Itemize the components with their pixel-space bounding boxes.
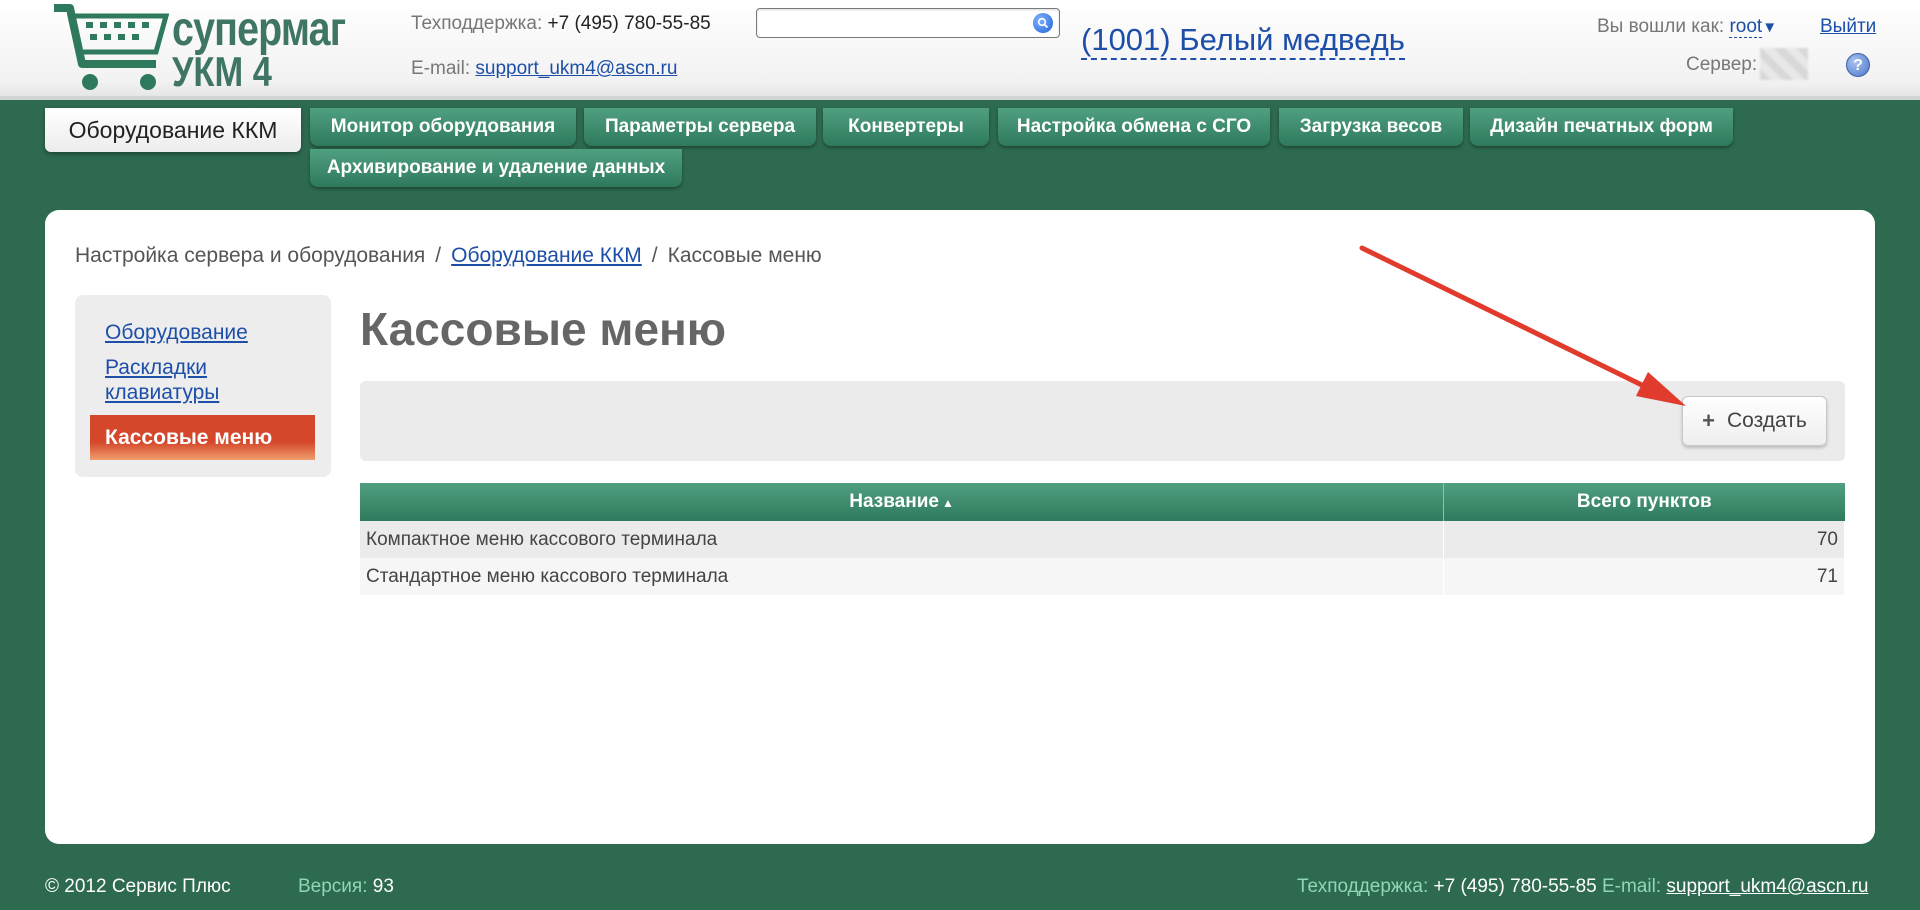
login-info: Вы вошли как: root▼	[1597, 16, 1777, 38]
breadcrumb-item-equipment-kkm[interactable]: Оборудование ККМ	[451, 244, 642, 267]
search-input[interactable]	[763, 13, 1023, 33]
support-email-label: E-mail:	[411, 58, 471, 79]
nav-tab-equipment-monitor[interactable]: Монитор оборудования	[310, 108, 576, 146]
caret-down-icon[interactable]: ▼	[1762, 19, 1777, 36]
create-button[interactable]: + Создать	[1682, 396, 1827, 446]
logout-link[interactable]: Выйти	[1820, 16, 1876, 38]
table-header-row: Название ▲ Всего пунктов	[360, 483, 1845, 521]
breadcrumb-item-settings: Настройка сервера и оборудования	[75, 244, 426, 267]
help-icon[interactable]: ?	[1846, 53, 1870, 77]
cell-menu-name: Компактное меню кассового терминала	[360, 521, 1445, 558]
support-phone-label: Техподдержка:	[411, 13, 543, 34]
cell-total-items: 70	[1443, 521, 1845, 558]
cell-total-items: 71	[1443, 558, 1845, 595]
footer-email-link[interactable]: support_ukm4@ascn.ru	[1666, 876, 1868, 897]
store-selector[interactable]: (1001) Белый медведь	[1081, 22, 1405, 60]
footer-email-label: E-mail:	[1601, 876, 1662, 897]
column-header-name[interactable]: Название ▲	[360, 483, 1445, 521]
footer-support-phone: +7 (495) 780-55-85	[1433, 876, 1597, 897]
footer-support-label: Техподдержка:	[1297, 876, 1429, 897]
sidebar-item-cash-menus[interactable]: Кассовые меню	[90, 415, 315, 460]
table-row[interactable]: Компактное меню кассового терминала 70	[360, 521, 1845, 558]
nav-tab-sgo-exchange[interactable]: Настройка обмена с СГО	[998, 108, 1270, 146]
nav-tab-converters[interactable]: Конвертеры	[823, 108, 989, 146]
shopping-cart-icon	[54, 4, 170, 90]
version-label: Версия:	[298, 876, 368, 897]
breadcrumb-item-current: Кассовые меню	[667, 244, 822, 267]
footer-version: Версия: 93	[298, 876, 394, 898]
login-label: Вы вошли как:	[1597, 16, 1725, 37]
column-header-total-items[interactable]: Всего пунктов	[1443, 483, 1845, 521]
sidebar: Оборудование Раскладки клавиатуры Кассов…	[75, 295, 331, 477]
nav-tab-equipment-kkm[interactable]: Оборудование ККМ	[45, 108, 301, 152]
search-box	[756, 8, 1060, 38]
logo-version-text: УКМ 4	[172, 48, 272, 95]
sort-asc-icon: ▲	[941, 496, 954, 510]
breadcrumb-separator: /	[435, 244, 442, 267]
search-button[interactable]	[1033, 13, 1053, 33]
breadcrumb: Настройка сервера и оборудования / Оборудо…	[75, 244, 822, 268]
nav-tab-archive[interactable]: Архивирование и удаление данных	[310, 149, 682, 187]
menus-table: Название ▲ Всего пунктов Компактное меню …	[360, 483, 1845, 595]
table-row[interactable]: Стандартное меню кассового терминала 71	[360, 558, 1845, 595]
server-label: Сервер:	[1686, 54, 1758, 75]
sidebar-item-equipment[interactable]: Оборудование	[105, 320, 248, 345]
footer-support: Техподдержка: +7 (495) 780-55-85 E-mail:…	[1297, 876, 1868, 898]
toolbar: + Создать	[360, 381, 1845, 461]
nav-tab-server-params[interactable]: Параметры сервера	[584, 108, 816, 146]
logo[interactable]: супермаг УКМ 4	[52, 2, 352, 95]
version-value: 93	[372, 876, 394, 897]
support-email-link[interactable]: support_ukm4@ascn.ru	[475, 58, 677, 79]
sidebar-item-keyboard-layouts[interactable]: Раскладки клавиатуры	[105, 355, 255, 405]
cell-menu-name: Стандартное меню кассового терминала	[360, 558, 1445, 595]
page-title: Кассовые меню	[360, 303, 727, 355]
nav-tab-scales-load[interactable]: Загрузка весов	[1279, 108, 1463, 146]
support-email: E-mail: support_ukm4@ascn.ru	[411, 58, 677, 80]
search-icon	[1037, 17, 1049, 29]
header: супермаг УКМ 4 Техподдержка: +7 (495) 78…	[0, 0, 1920, 100]
user-menu[interactable]: root	[1729, 16, 1763, 38]
content-panel: Настройка сервера и оборудования / Оборудо…	[45, 210, 1875, 844]
breadcrumb-separator: /	[651, 244, 658, 267]
server-value-redacted	[1760, 48, 1808, 80]
support-phone-value: +7 (495) 780-55-85	[547, 13, 711, 34]
support-phone: Техподдержка: +7 (495) 780-55-85	[411, 13, 711, 35]
nav-tab-print-design[interactable]: Дизайн печатных форм	[1470, 108, 1733, 146]
create-button-label: Создать	[1727, 409, 1807, 432]
footer-copyright: © 2012 Сервис Плюс	[45, 876, 231, 898]
plus-icon: +	[1702, 408, 1716, 433]
copyright-text: © 2012 Сервис Плюс	[45, 876, 231, 897]
